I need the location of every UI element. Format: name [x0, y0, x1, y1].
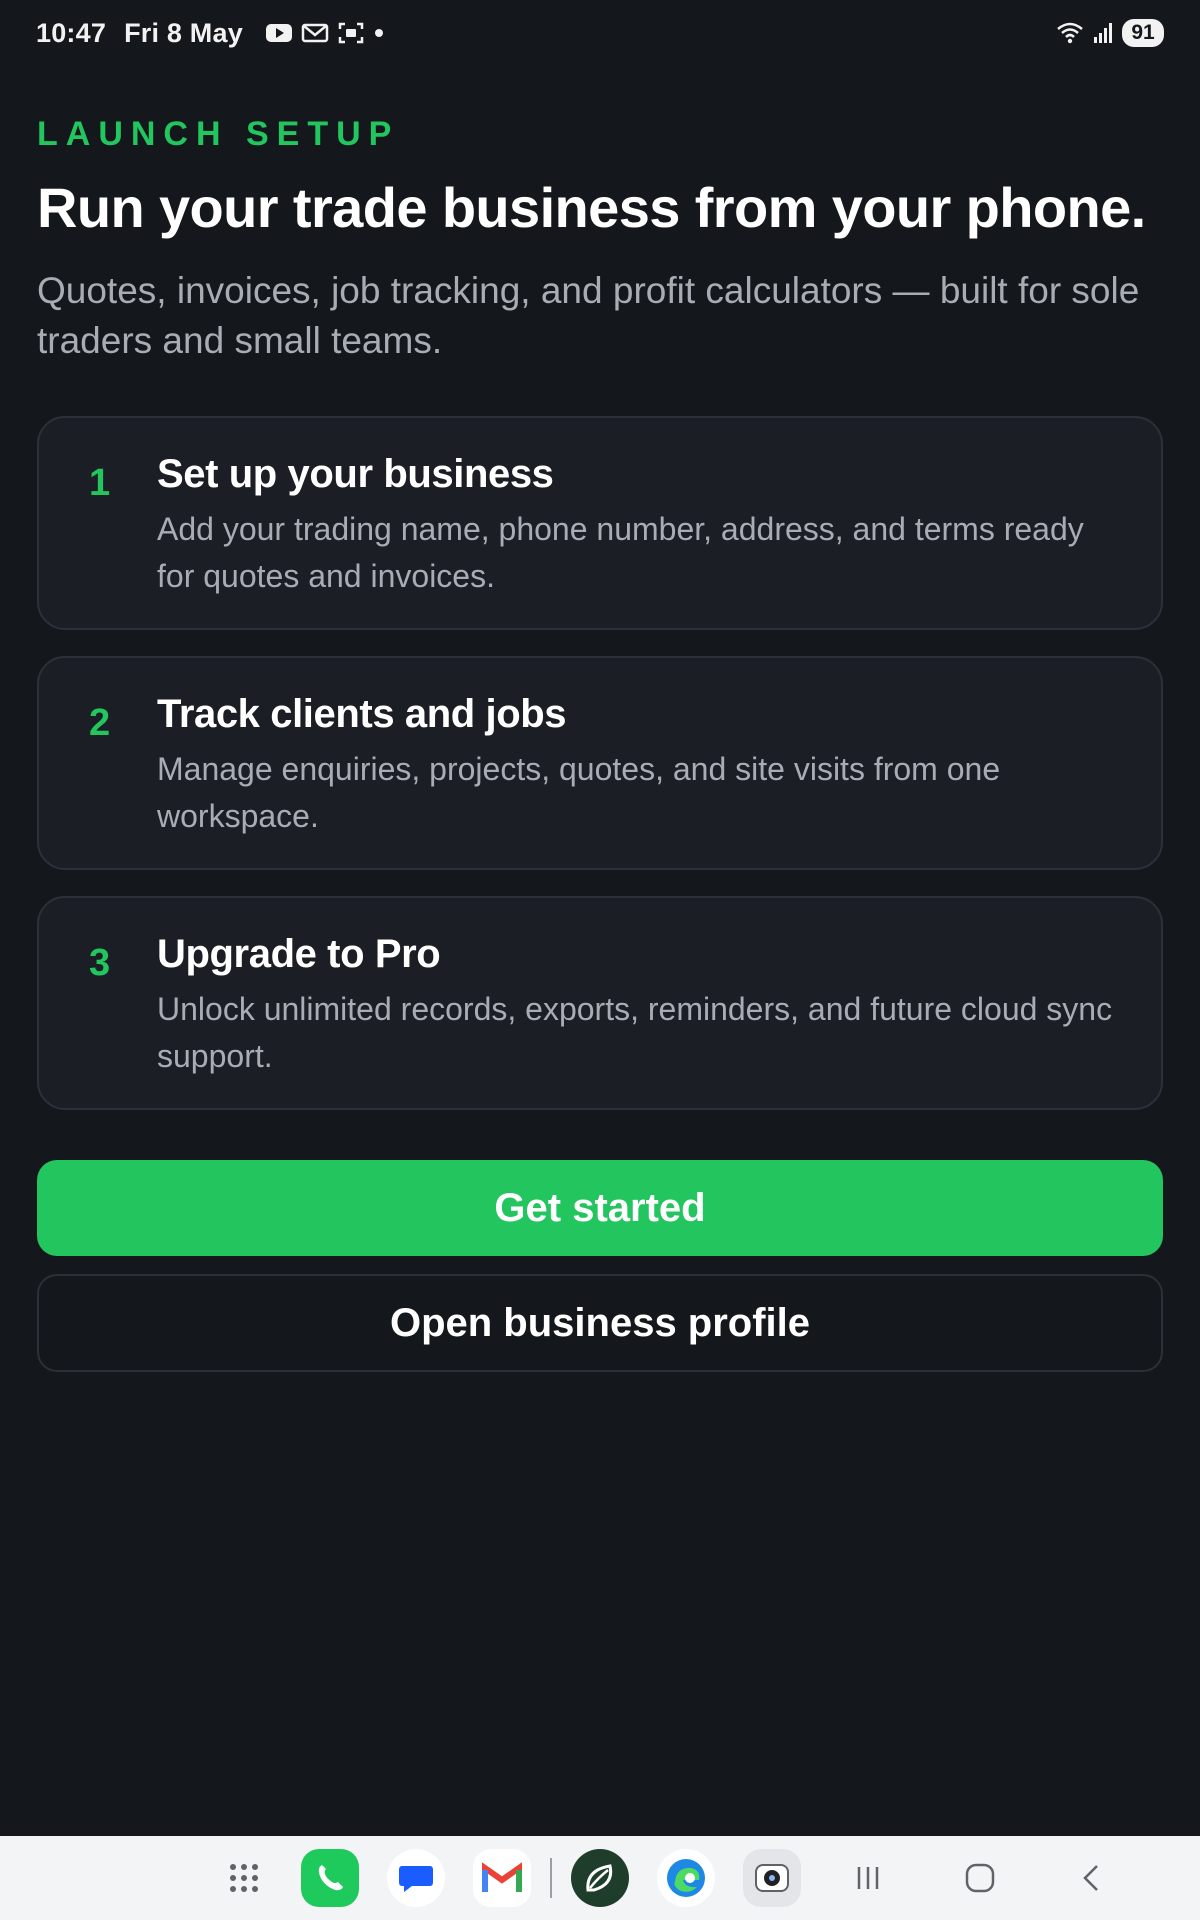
status-left: 10:47 Fri 8 May — [36, 18, 385, 49]
status-time: 10:47 — [36, 17, 107, 48]
battery-level: 91 — [1122, 19, 1164, 47]
dock-apps — [214, 1836, 802, 1920]
gmail-app-icon[interactable] — [472, 1848, 532, 1908]
step-number: 2 — [89, 702, 111, 744]
home-icon[interactable] — [952, 1850, 1008, 1906]
page-title: Run your trade business from your phone. — [37, 176, 1146, 239]
step-description: Add your trading name, phone number, add… — [157, 511, 1084, 594]
step-number: 3 — [89, 942, 111, 984]
step-description: Manage enquiries, projects, quotes, and … — [157, 751, 1001, 834]
get-started-button[interactable]: Get started — [37, 1160, 1163, 1256]
step-card-upgrade-pro[interactable]: 3 Upgrade to Pro Unlock unlimited record… — [37, 896, 1163, 1110]
main-content: LAUNCH SETUP Run your trade business fro… — [37, 112, 1163, 1372]
step-description: Unlock unlimited records, exports, remin… — [157, 991, 1113, 1074]
gmail-icon — [301, 22, 329, 44]
notification-icons — [265, 21, 385, 45]
leaf-app-icon[interactable] — [570, 1848, 630, 1908]
status-date: Fri 8 May — [124, 17, 243, 48]
dot-icon — [373, 27, 385, 39]
dock-divider — [550, 1858, 552, 1898]
step-title: Set up your business — [157, 452, 554, 496]
step-body: Upgrade to Pro Unlock unlimited records,… — [157, 928, 1121, 1080]
step-number: 1 — [89, 462, 111, 504]
step-body: Track clients and jobs Manage enquiries,… — [157, 688, 1121, 840]
taskbar-dock — [0, 1836, 1200, 1920]
screenshot-icon — [337, 21, 365, 45]
signal-icon — [1092, 21, 1114, 45]
youtube-icon — [265, 22, 293, 44]
step-card-setup-business[interactable]: 1 Set up your business Add your trading … — [37, 416, 1163, 630]
step-card-track-clients[interactable]: 2 Track clients and jobs Manage enquirie… — [37, 656, 1163, 870]
steps-list: 1 Set up your business Add your trading … — [37, 416, 1163, 1110]
open-business-profile-button[interactable]: Open business profile — [37, 1274, 1163, 1372]
app-drawer-icon[interactable] — [214, 1848, 274, 1908]
step-title: Track clients and jobs — [157, 692, 567, 736]
system-nav-buttons — [840, 1836, 1120, 1920]
step-title: Upgrade to Pro — [157, 932, 441, 976]
page-subtitle: Quotes, invoices, job tracking, and prof… — [37, 270, 1140, 361]
status-bar: 10:47 Fri 8 May 91 — [0, 0, 1200, 66]
camera-app-icon[interactable] — [742, 1848, 802, 1908]
phone-app-icon[interactable] — [300, 1848, 360, 1908]
eyebrow-label: LAUNCH SETUP — [37, 115, 400, 153]
status-right: 91 — [1056, 19, 1164, 47]
app-screen: 10:47 Fri 8 May 91 LAUNCH SETUP Run your… — [0, 0, 1200, 1920]
step-body: Set up your business Add your trading na… — [157, 448, 1121, 600]
messages-app-icon[interactable] — [386, 1848, 446, 1908]
wifi-icon — [1056, 21, 1084, 45]
recents-icon[interactable] — [840, 1850, 896, 1906]
back-icon[interactable] — [1064, 1850, 1120, 1906]
edge-app-icon[interactable] — [656, 1848, 716, 1908]
